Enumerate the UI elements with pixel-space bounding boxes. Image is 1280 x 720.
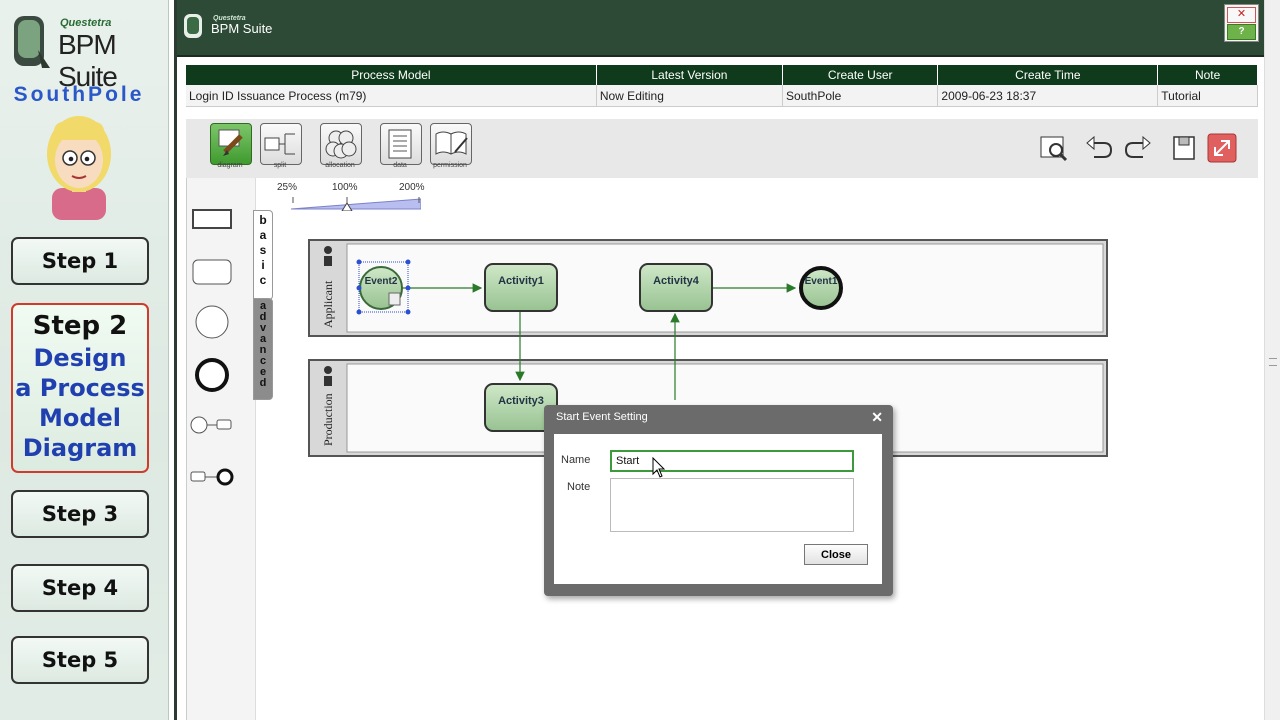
close-button[interactable]: Close: [804, 544, 868, 565]
column-header: Latest Version: [596, 65, 783, 85]
step-2-desc-line: Diagram: [22, 434, 138, 462]
table-cell: Login ID Issuance Process (m79): [186, 85, 597, 107]
zoom-label: 100%: [332, 182, 358, 193]
zoom-label: 200%: [399, 182, 425, 193]
note-label: Note: [567, 481, 591, 493]
step-2-desc-line: a Process: [15, 374, 145, 402]
dialog-body: Name Note Close: [554, 434, 882, 584]
lane-label: Applicant: [321, 280, 335, 328]
questetra-logo-icon: [184, 14, 202, 38]
column-header: Create User: [782, 65, 939, 85]
table-header-row: Process Model Latest Version Create User…: [186, 65, 1258, 85]
editor-toolbar: diagram split allocation data permission: [186, 119, 1258, 178]
permission-icon: [435, 131, 468, 155]
shape-palette: [187, 178, 256, 720]
scroll-grip[interactable]: [1269, 358, 1277, 366]
step-sidebar: Questetra BPM Suite SouthPole Step 1 Ste…: [0, 0, 169, 720]
end-event-shape-icon[interactable]: [195, 358, 229, 392]
preview-icon[interactable]: [1038, 133, 1068, 163]
column-header: Create Time: [937, 65, 1159, 85]
note-field[interactable]: [610, 478, 854, 532]
questetra-logo-icon: [14, 16, 50, 68]
swimlane-shape-icon[interactable]: [192, 209, 232, 229]
column-header: Note: [1157, 65, 1258, 85]
window-titlebar: Questetra BPM Suite ✕ ?: [177, 0, 1267, 57]
step-2-desc-line: Design: [33, 344, 127, 372]
step-2-desc-line: Model: [38, 404, 122, 432]
message-start-shape-icon[interactable]: [190, 416, 232, 434]
window-controls: ✕ ?: [1224, 4, 1259, 42]
table-cell: SouthPole: [782, 85, 939, 107]
step-3-button[interactable]: Step 3: [11, 490, 149, 538]
table-cell: 2009-06-23 18:37: [937, 85, 1159, 107]
message-end-shape-icon[interactable]: [190, 468, 234, 486]
help-button[interactable]: ?: [1227, 24, 1256, 40]
close-icon[interactable]: ✕: [871, 409, 883, 426]
table-cell: Now Editing: [596, 85, 783, 107]
palette-tab-basic[interactable]: basic: [253, 210, 273, 300]
expand-icon[interactable]: [1207, 133, 1237, 163]
tool-label: split: [273, 162, 287, 169]
svg-text:Event2: Event2: [365, 276, 398, 287]
zoom-slider[interactable]: [291, 195, 421, 211]
allocation-icon: [325, 130, 357, 159]
task-shape-icon[interactable]: [192, 259, 232, 285]
svg-text:Activity3: Activity3: [498, 395, 544, 407]
event1-node[interactable]: Event1: [799, 266, 843, 310]
split-icon: [264, 133, 295, 155]
start-event-setting-dialog: Start Event Setting ✕ Name Note Close: [544, 405, 893, 596]
svg-text:Activity1: Activity1: [498, 275, 544, 287]
dialog-title: Start Event Setting: [556, 411, 648, 423]
tool-label: allocation: [325, 162, 355, 169]
process-info-table: Process Model Latest Version Create User…: [186, 65, 1258, 107]
step-5-button[interactable]: Step 5: [11, 636, 149, 684]
palette-shapes: [190, 209, 234, 486]
redo-icon[interactable]: [1123, 133, 1153, 163]
user-name: SouthPole: [13, 83, 145, 106]
undo-icon[interactable]: [1084, 133, 1114, 163]
close-icon[interactable]: ✕: [1227, 7, 1256, 23]
avatar: [47, 116, 111, 220]
activity1-node[interactable]: Activity1: [484, 263, 558, 312]
svg-text:Activity4: Activity4: [653, 275, 700, 287]
edit-properties-icon[interactable]: [388, 292, 401, 306]
save-icon[interactable]: [1169, 133, 1199, 163]
vertical-scrollbar[interactable]: [1264, 0, 1280, 720]
tool-label: diagram: [217, 162, 243, 169]
zoom-label: 25%: [277, 182, 298, 193]
diagram-icon: [218, 129, 243, 156]
step-1-button[interactable]: Step 1: [11, 237, 149, 285]
column-header: Process Model: [186, 65, 597, 85]
allocation-tool-button[interactable]: [320, 123, 362, 165]
step-2-button[interactable]: Step 2 Design a Process Model Diagram: [11, 303, 149, 473]
name-label: Name: [561, 454, 591, 466]
svg-text:Event1: Event1: [805, 276, 838, 287]
brand-small-text: Questetra: [60, 17, 112, 29]
diagram-tool-button[interactable]: [210, 123, 252, 165]
step-2-title: Step 2: [32, 311, 128, 341]
palette-tab-advanced[interactable]: advanced: [253, 298, 273, 400]
activity4-node[interactable]: Activity4: [639, 263, 713, 312]
start-event-shape-icon[interactable]: [195, 305, 229, 339]
bpm-window: Questetra BPM Suite ✕ ? Process Model La…: [174, 0, 1267, 720]
tool-label: permission: [433, 162, 467, 169]
tool-label: data: [393, 162, 407, 169]
mouse-cursor-icon: [652, 457, 666, 478]
table-row: Login ID Issuance Process (m79) Now Edit…: [186, 85, 1258, 107]
window-title: BPM Suite: [211, 21, 273, 36]
name-field[interactable]: [610, 450, 854, 472]
permission-tool-button[interactable]: [430, 123, 472, 165]
step-4-button[interactable]: Step 4: [11, 564, 149, 612]
table-cell: Tutorial: [1157, 85, 1258, 107]
split-tool-button[interactable]: [260, 123, 302, 165]
data-tool-button[interactable]: [380, 123, 422, 165]
lane-label: Production: [321, 393, 335, 446]
data-icon: [388, 129, 412, 159]
